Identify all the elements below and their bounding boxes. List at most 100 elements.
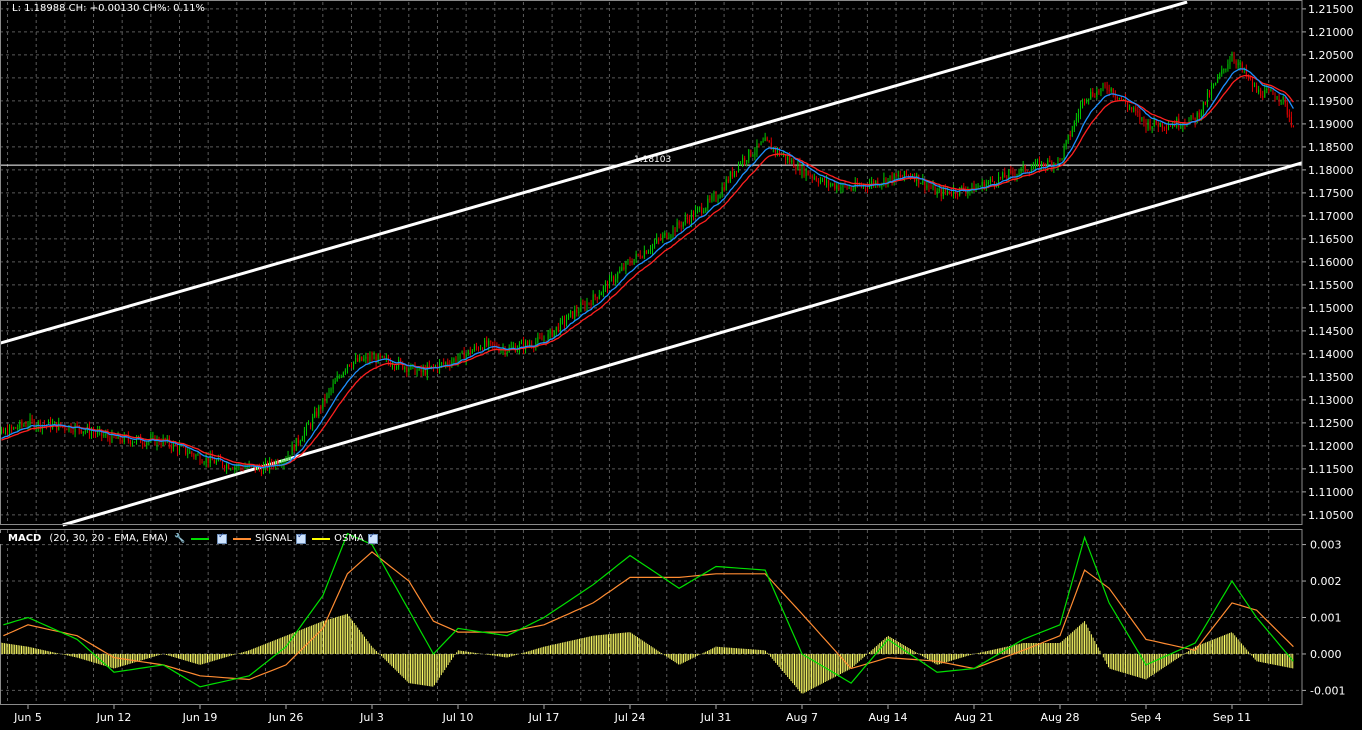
candle-body: [475, 346, 477, 348]
macd-axis: 0.003 0.002 0.001 0.000 -0.001: [1302, 539, 1345, 697]
candle-body: [561, 318, 563, 320]
price-info-line: L: 1.18988 CH: +0.00130 CH%: 0.11%: [12, 3, 205, 14]
price-tick-label: 1.15500: [1308, 279, 1354, 292]
candle-body: [955, 189, 957, 195]
candle-body: [310, 424, 312, 427]
candle-body: [578, 311, 580, 313]
candle-body: [922, 179, 924, 184]
candle-body: [1110, 88, 1112, 92]
candle-body: [31, 418, 33, 421]
candle-body: [215, 460, 217, 464]
candle-body: [1008, 170, 1010, 179]
price-tick-label: 1.14500: [1308, 325, 1354, 338]
candle-body: [758, 143, 760, 145]
candle-body: [95, 433, 97, 435]
candle-body: [461, 351, 463, 353]
candle-body: [1204, 101, 1206, 104]
candle-body: [907, 175, 909, 177]
candle-body: [426, 365, 428, 375]
candle-body: [797, 163, 799, 171]
date-tick-label: Jul 3: [359, 711, 384, 724]
price-tick-label: 1.14000: [1308, 348, 1354, 361]
candle-body: [455, 358, 457, 363]
candle-body: [459, 352, 461, 359]
candle-body: [484, 340, 486, 350]
candle-body: [1176, 118, 1178, 127]
candle-body: [819, 180, 821, 183]
candle-body: [152, 436, 154, 438]
horizontal-line[interactable]: 1.18103: [0, 155, 1302, 166]
candle-body: [1088, 98, 1090, 101]
candle-body: [207, 457, 209, 464]
candle-body: [445, 362, 447, 364]
candle-body: [989, 179, 991, 182]
candle-body: [1098, 90, 1100, 93]
candle-body: [1108, 90, 1110, 92]
candle-body: [977, 186, 979, 188]
signal-visible-checkbox[interactable]: [296, 531, 307, 544]
candle-body: [695, 210, 697, 217]
candle-body: [1217, 77, 1219, 83]
candle-body: [895, 173, 897, 177]
candle-body: [1071, 129, 1073, 137]
candle-body: [21, 421, 23, 426]
candle-body: [615, 278, 617, 282]
candle-body: [742, 157, 744, 164]
macd-params: (20, 30, 20 - EMA, EMA): [49, 533, 168, 544]
candle-body: [305, 424, 307, 431]
candle-body: [807, 170, 809, 176]
candle-body: [213, 460, 215, 464]
candle-body: [1034, 162, 1036, 168]
candle-body: [598, 295, 600, 299]
candle-body: [486, 340, 488, 346]
macd-visible-checkbox[interactable]: [217, 531, 228, 544]
candle-body: [1002, 172, 1004, 178]
candle-body: [271, 460, 273, 465]
candle-body: [690, 212, 692, 223]
candle-body: [11, 426, 13, 429]
candle-body: [369, 356, 371, 361]
osma-visible-checkbox[interactable]: [367, 531, 378, 544]
candle-body: [541, 338, 543, 341]
price-tick-label: 1.11500: [1308, 463, 1354, 476]
candle-body: [76, 424, 78, 426]
candle-body: [1237, 63, 1239, 65]
candle-body: [846, 185, 848, 189]
candle-body: [314, 411, 316, 417]
candle-body: [709, 198, 711, 200]
candle-body: [576, 309, 578, 313]
candle-body: [950, 193, 952, 195]
wrench-icon[interactable]: 🔧: [174, 534, 185, 544]
candle-body: [705, 207, 707, 212]
candle-body: [348, 364, 350, 366]
candle-body: [1092, 91, 1094, 97]
candle-body: [637, 253, 639, 255]
candle-body: [553, 330, 555, 337]
candle-body: [1290, 116, 1292, 126]
candle-body: [189, 451, 191, 454]
candle-body: [234, 466, 236, 470]
trading-chart[interactable]: 1.18103 1.21500 1.21000 1.20500 1.20000 1.19…: [0, 0, 1362, 730]
candle-body: [373, 356, 375, 360]
date-tick-label: Jul 31: [700, 711, 732, 724]
candle-body: [338, 376, 340, 378]
candle-body: [647, 251, 649, 254]
candle-body: [480, 348, 482, 350]
candle-body: [246, 467, 248, 469]
candle-body: [193, 454, 195, 457]
macd-gridlines: [0, 530, 1302, 705]
candle-body: [938, 188, 940, 191]
candle-body: [400, 359, 402, 362]
candle-body: [1149, 121, 1151, 129]
candle-body: [684, 217, 686, 223]
date-tick-label: Aug 21: [955, 711, 994, 724]
candle-body: [482, 348, 484, 350]
candle-body: [1286, 103, 1288, 115]
candle-body: [787, 157, 789, 161]
candle-body: [129, 440, 131, 444]
candle-body: [201, 462, 203, 464]
candle-body: [897, 175, 899, 177]
candle-body: [1145, 121, 1147, 129]
candle-body: [717, 198, 719, 201]
candle-body: [432, 365, 434, 367]
